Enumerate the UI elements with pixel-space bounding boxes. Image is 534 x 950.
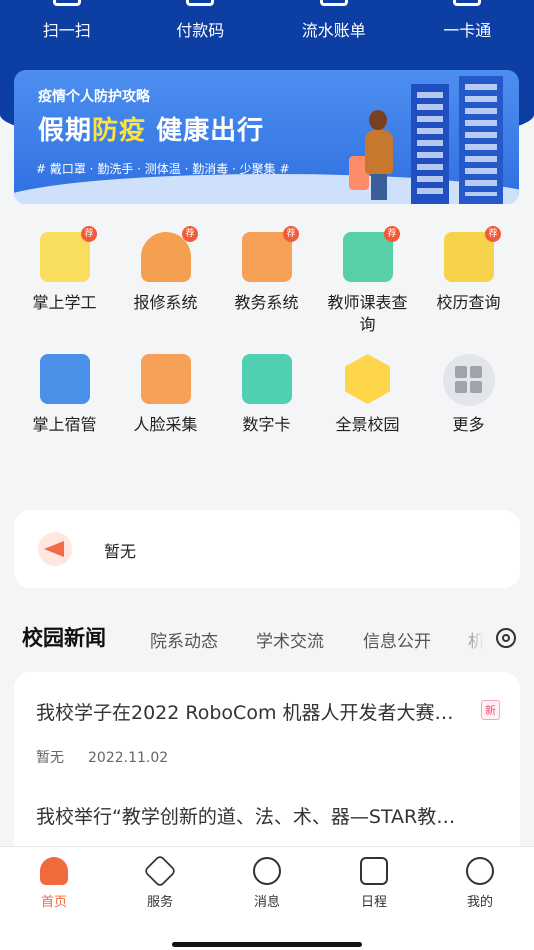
service-label: 掌上宿管 <box>32 415 97 434</box>
more-grid-icon <box>442 354 495 406</box>
face-id-icon <box>140 354 191 404</box>
calendar-icon <box>360 857 388 885</box>
tab-department-news[interactable]: 院系动态 <box>150 627 218 652</box>
banner-title-highlight: 防疫 <box>92 116 147 146</box>
card-button[interactable]: 一卡通 <box>401 0 534 50</box>
recommend-badge: 荐 <box>485 226 501 242</box>
tab-label: 我的 <box>466 895 493 910</box>
banner-subtitle: # 戴口罩 · 勤洗手 · 测体温 · 勤消毒 · 少聚集 # <box>36 162 290 176</box>
scan-label: 扫一扫 <box>42 21 91 40</box>
news-source: 暂无 <box>36 750 64 766</box>
news-list: 我校学子在2022 RoboCom 机器人开发者大赛中获佳绩 新 暂无 2022.… <box>14 672 520 872</box>
scan-button[interactable]: 扫一扫 <box>0 0 134 50</box>
service-label: 教务系统 <box>234 293 299 312</box>
service-label: 教师课表查询 <box>327 293 408 334</box>
building-illustration <box>411 84 449 204</box>
service-label: 人脸采集 <box>133 415 198 434</box>
news-meta: 暂无 2022.11.02 <box>36 747 500 767</box>
news-section-title: 校园新闻 <box>22 626 106 650</box>
books-icon <box>241 232 292 282</box>
user-icon <box>466 857 494 885</box>
service-label: 全景校园 <box>335 415 400 434</box>
recommend-badge: 荐 <box>283 226 299 242</box>
notice-text: 暂无 <box>104 542 137 561</box>
service-label: 更多 <box>452 415 485 434</box>
card-icon <box>453 0 482 6</box>
news-item[interactable]: 我校学子在2022 RoboCom 机器人开发者大赛中获佳绩 新 暂无 2022.… <box>36 698 500 767</box>
news-title: 我校学子在2022 RoboCom 机器人开发者大赛中获佳绩 <box>36 702 466 724</box>
home-indicator <box>172 942 362 947</box>
news-date: 2022.11.02 <box>88 750 169 766</box>
banner-title-part1: 假期 <box>38 116 93 146</box>
building-illustration <box>459 76 503 204</box>
pay-code-icon <box>186 0 215 6</box>
gear-icon[interactable] <box>496 628 516 648</box>
banner-title: 假期防疫 健康出行 <box>38 110 264 147</box>
dormitory-building-icon <box>39 354 90 404</box>
id-card-icon <box>241 354 292 404</box>
service-label: 数字卡 <box>242 415 291 434</box>
tabs-fade <box>458 618 496 658</box>
home-icon <box>40 857 68 885</box>
news-item[interactable]: 我校举行“教学创新的道、法、术、器—STAR教学法”讲座 <box>36 802 500 829</box>
bill-icon <box>319 0 348 6</box>
service-label: 掌上学工 <box>32 293 97 312</box>
recommend-badge: 荐 <box>384 226 400 242</box>
bill-button[interactable]: 流水账单 <box>267 0 401 50</box>
tab-label: 服务 <box>146 895 173 910</box>
quick-actions: 扫一扫 付款码 流水账单 一卡通 <box>0 0 534 50</box>
tab-label: 日程 <box>360 895 387 910</box>
bottom-tab-bar: 首页 服务 消息 日程 我的 <box>0 846 534 950</box>
traveler-illustration <box>359 110 399 202</box>
student-affairs-icon <box>39 232 90 282</box>
tab-label: 首页 <box>40 895 67 910</box>
schedule-search-icon <box>342 232 393 282</box>
pay-code-label: 付款码 <box>176 21 225 40</box>
bill-label: 流水账单 <box>301 21 366 40</box>
cube-icon <box>143 854 177 888</box>
tab-academic-exchange[interactable]: 学术交流 <box>256 627 324 652</box>
repair-worker-icon <box>140 232 191 282</box>
card-label: 一卡通 <box>443 21 492 40</box>
tab-info-disclosure[interactable]: 信息公开 <box>363 627 431 652</box>
banner-small-title: 疫情个人防护攻略 <box>38 89 150 105</box>
new-badge: 新 <box>481 700 500 720</box>
chat-bubble-icon <box>253 857 281 885</box>
banner-title-part2: 健康出行 <box>146 116 265 146</box>
calendar-search-icon <box>443 232 494 282</box>
panorama-icon <box>345 354 390 404</box>
service-label: 校历查询 <box>436 293 501 312</box>
news-title: 我校举行“教学创新的道、法、术、器—STAR教学法”讲座 <box>36 806 466 828</box>
pay-code-button[interactable]: 付款码 <box>134 0 268 50</box>
epidemic-banner[interactable]: 疫情个人防护攻略 假期防疫 健康出行 # 戴口罩 · 勤洗手 · 测体温 · 勤… <box>14 70 519 204</box>
tab-label: 消息 <box>253 895 280 910</box>
recommend-badge: 荐 <box>81 226 97 242</box>
scan-icon <box>52 0 81 6</box>
notice-card[interactable]: 暂无 <box>14 510 520 588</box>
service-label: 报修系统 <box>133 293 198 312</box>
recommend-badge: 荐 <box>182 226 198 242</box>
news-header: 校园新闻 院系动态 学术交流 信息公开 机 <box>0 618 534 658</box>
megaphone-icon <box>38 532 72 566</box>
